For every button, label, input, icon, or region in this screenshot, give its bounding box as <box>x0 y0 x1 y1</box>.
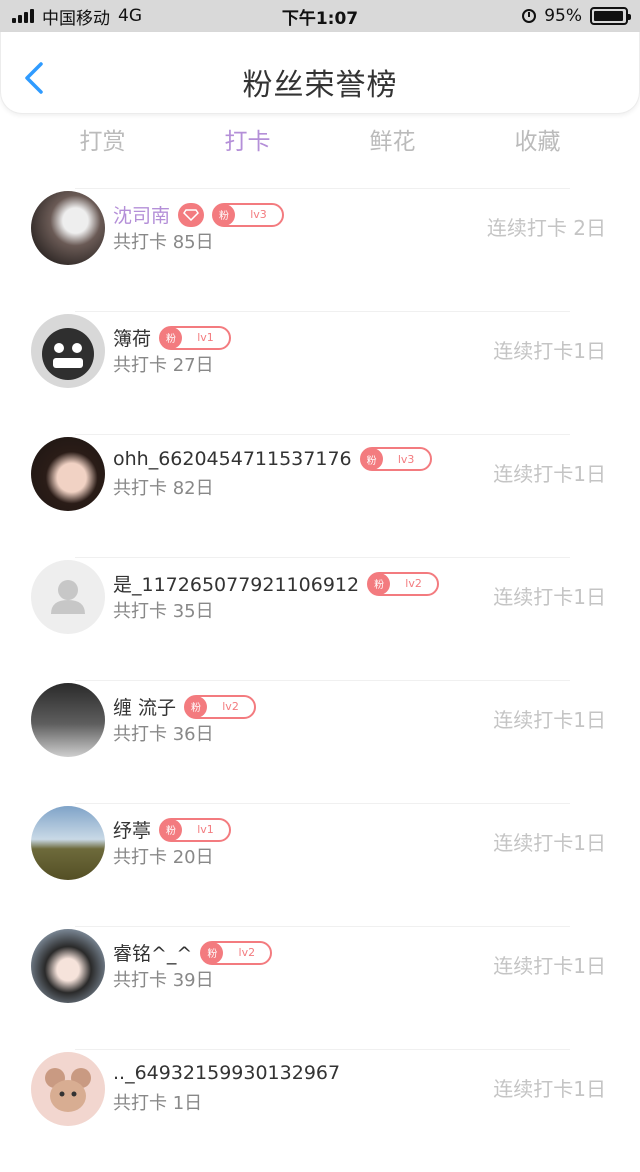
fan-badge-mark: 粉 <box>160 326 183 349</box>
divider <box>75 311 570 312</box>
fan-badge-mark: 粉 <box>201 941 224 964</box>
fan-level-badge: 粉 lv1 <box>159 325 232 350</box>
fan-level-badge: 粉 lv2 <box>367 571 440 596</box>
fan-badge-level: lv3 <box>250 208 267 221</box>
name-line: 缠 流子 粉 lv2 <box>113 693 257 720</box>
carrier-label: 中国移动 <box>42 8 110 29</box>
divider <box>75 803 570 804</box>
avatar[interactable] <box>31 560 105 634</box>
name-line: 簿荷 粉 lv1 <box>113 324 232 351</box>
list-item[interactable]: 簿荷 粉 lv1 共打卡 27日 连续打卡1日 <box>0 311 640 434</box>
list-item[interactable]: 睿铭^_^ 粉 lv2 共打卡 39日 连续打卡1日 <box>0 926 640 1049</box>
total-checkins: 共打卡 1日 <box>113 1093 203 1114</box>
fan-level-badge: 粉 lv3 <box>359 447 432 471</box>
avatar[interactable] <box>31 929 105 1003</box>
tab-bar: 打赏 打卡 鲜花 收藏 <box>30 120 610 168</box>
fan-badge-level: lv2 <box>238 946 256 959</box>
fan-badge-level: lv2 <box>222 700 239 713</box>
fan-badge-level: lv3 <box>397 452 415 466</box>
battery-percent: 95% <box>544 6 582 26</box>
fan-level-badge: 粉 lv2 <box>184 694 257 719</box>
battery-icon <box>590 7 631 25</box>
fan-list: 沈司南 粉 lv3 共打卡 85日 连续打卡 2日 簿荷 粉 lv1 共打卡 2… <box>0 188 640 1172</box>
list-item[interactable]: 缠 流子 粉 lv2 共打卡 36日 连续打卡1日 <box>0 680 640 803</box>
fan-badge-mark: 粉 <box>160 818 183 841</box>
user-name[interactable]: 纾葶 <box>113 816 151 843</box>
streak-checkins: 连续打卡1日 <box>493 831 606 855</box>
total-checkins: 共打卡 85日 <box>113 232 214 253</box>
list-item[interactable]: 纾葶 粉 lv1 共打卡 20日 连续打卡1日 <box>0 803 640 926</box>
signal-icon <box>12 9 34 23</box>
tab-flowers[interactable]: 鲜花 <box>320 120 465 168</box>
name-line: 沈司南 粉 lv3 <box>113 201 285 228</box>
user-name[interactable]: ohh_6620454711537176 <box>113 448 352 470</box>
default-user-icon <box>51 580 85 614</box>
fan-badge-mark: 粉 <box>213 203 236 226</box>
user-name[interactable]: 沈司南 <box>113 201 170 228</box>
user-name[interactable]: 睿铭^_^ <box>113 939 192 966</box>
fan-badge-mark: 粉 <box>360 448 383 470</box>
avatar[interactable] <box>31 437 105 511</box>
divider <box>75 1049 570 1050</box>
tab-checkin[interactable]: 打卡 <box>175 120 320 168</box>
streak-checkins: 连续打卡1日 <box>493 1077 606 1101</box>
list-item[interactable]: ohh_6620454711537176 粉 lv3 共打卡 82日 连续打卡1… <box>0 434 640 557</box>
cartoon-face-icon <box>42 328 94 380</box>
name-line: 睿铭^_^ 粉 lv2 <box>113 939 273 966</box>
avatar[interactable] <box>31 683 105 757</box>
total-checkins: 共打卡 82日 <box>113 478 214 499</box>
streak-checkins: 连续打卡1日 <box>493 339 606 363</box>
name-line: .._64932159930132967 <box>113 1062 340 1084</box>
fan-badge-level: lv2 <box>405 577 422 590</box>
fan-level-badge: 粉 lv2 <box>200 940 273 965</box>
total-checkins: 共打卡 36日 <box>113 724 214 745</box>
name-line: 是_117265077921106912 粉 lv2 <box>113 570 440 597</box>
fan-level-badge: 粉 lv1 <box>159 817 232 842</box>
fan-level-badge: 粉 lv3 <box>212 202 285 227</box>
list-item[interactable]: 是_117265077921106912 粉 lv2 共打卡 35日 连续打卡1… <box>0 557 640 680</box>
fan-badge-mark: 粉 <box>185 695 208 718</box>
nav-bar: 粉丝荣誉榜 <box>0 32 640 114</box>
total-checkins: 共打卡 35日 <box>113 601 214 622</box>
name-line: 纾葶 粉 lv1 <box>113 816 232 843</box>
streak-checkins: 连续打卡1日 <box>493 708 606 732</box>
user-name[interactable]: 簿荷 <box>113 324 151 351</box>
total-checkins: 共打卡 20日 <box>113 847 214 868</box>
total-checkins: 共打卡 27日 <box>113 355 214 376</box>
user-name[interactable]: 是_117265077921106912 <box>113 570 359 597</box>
network-label: 4G <box>118 6 142 26</box>
avatar[interactable] <box>31 806 105 880</box>
avatar[interactable] <box>31 314 105 388</box>
status-right: 95% <box>522 6 631 26</box>
cartoon-mouse-icon <box>45 1068 91 1112</box>
streak-checkins: 连续打卡1日 <box>493 954 606 978</box>
fan-badge-level: lv1 <box>197 331 214 344</box>
divider <box>75 680 570 681</box>
streak-checkins: 连续打卡 2日 <box>486 216 606 240</box>
fan-badge-level: lv1 <box>197 823 214 836</box>
status-left: 中国移动 4G <box>12 4 142 29</box>
alarm-icon <box>522 9 537 23</box>
divider <box>75 434 570 435</box>
page-title: 粉丝荣誉榜 <box>242 68 398 103</box>
avatar[interactable] <box>31 191 105 265</box>
user-name[interactable]: 缠 流子 <box>113 693 176 720</box>
divider <box>75 557 570 558</box>
streak-checkins: 连续打卡1日 <box>493 462 606 486</box>
divider <box>75 926 570 927</box>
avatar[interactable] <box>31 1052 105 1126</box>
status-bar: 中国移动 4G 下午1:07 95% <box>0 0 640 32</box>
list-item[interactable]: 沈司南 粉 lv3 共打卡 85日 连续打卡 2日 <box>0 188 640 311</box>
name-line: ohh_6620454711537176 粉 lv3 <box>113 447 432 471</box>
user-name[interactable]: .._64932159930132967 <box>113 1062 340 1084</box>
tab-favorites[interactable]: 收藏 <box>465 120 610 168</box>
streak-checkins: 连续打卡1日 <box>493 585 606 609</box>
divider <box>75 188 570 189</box>
fan-badge-mark: 粉 <box>368 572 391 595</box>
list-item[interactable]: .._64932159930132967 共打卡 1日 连续打卡1日 <box>0 1049 640 1172</box>
total-checkins: 共打卡 39日 <box>113 970 214 991</box>
tab-reward[interactable]: 打赏 <box>30 120 175 168</box>
diamond-icon <box>178 202 205 227</box>
